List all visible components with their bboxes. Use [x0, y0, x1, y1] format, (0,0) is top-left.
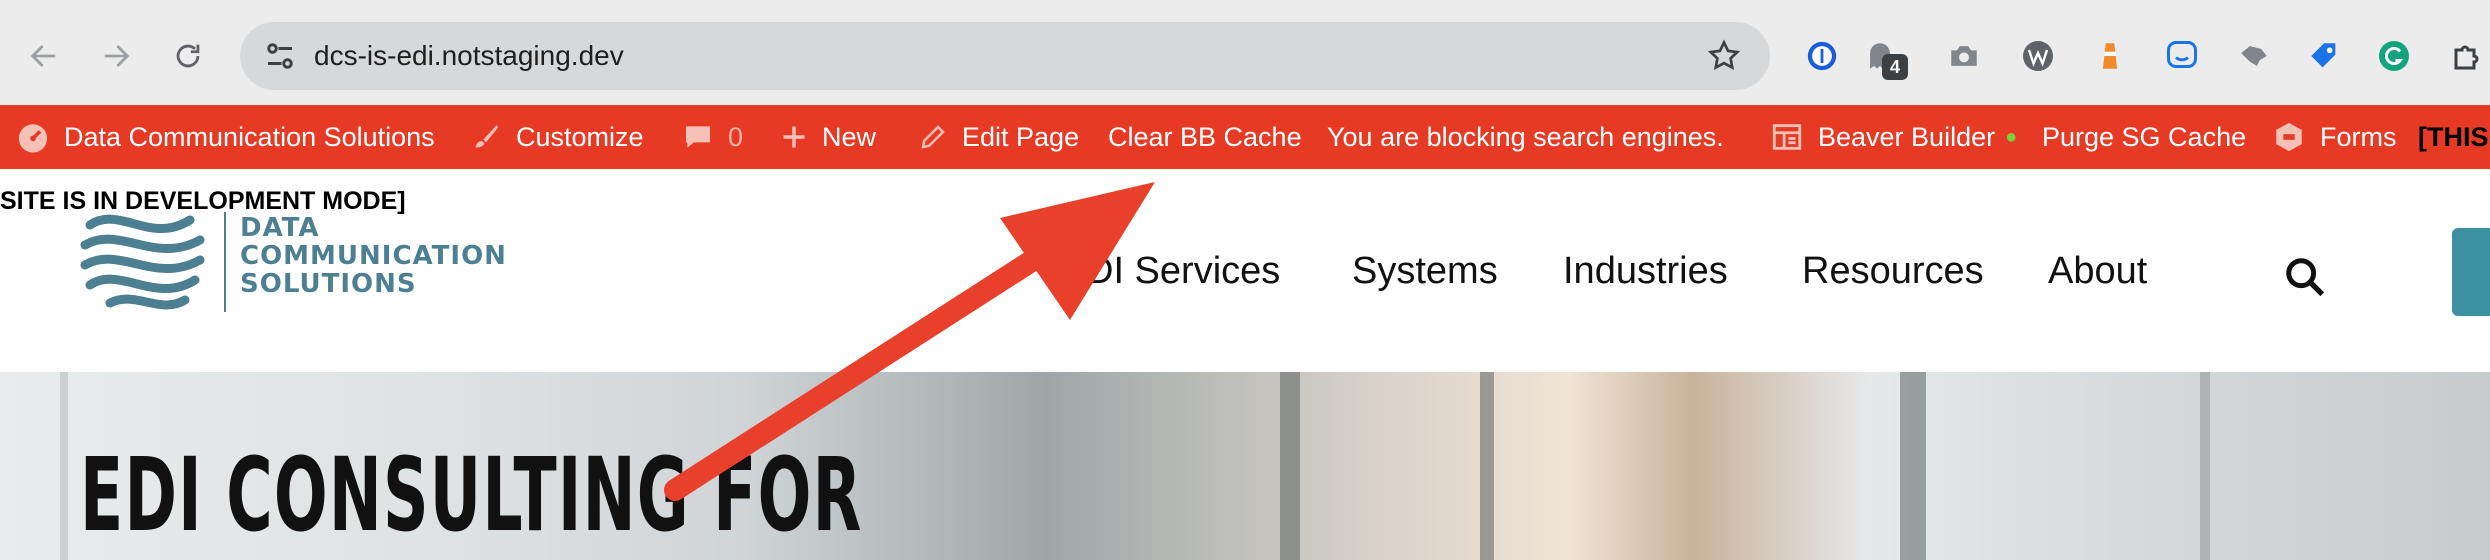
annotation-arrow-icon	[664, 182, 1155, 501]
